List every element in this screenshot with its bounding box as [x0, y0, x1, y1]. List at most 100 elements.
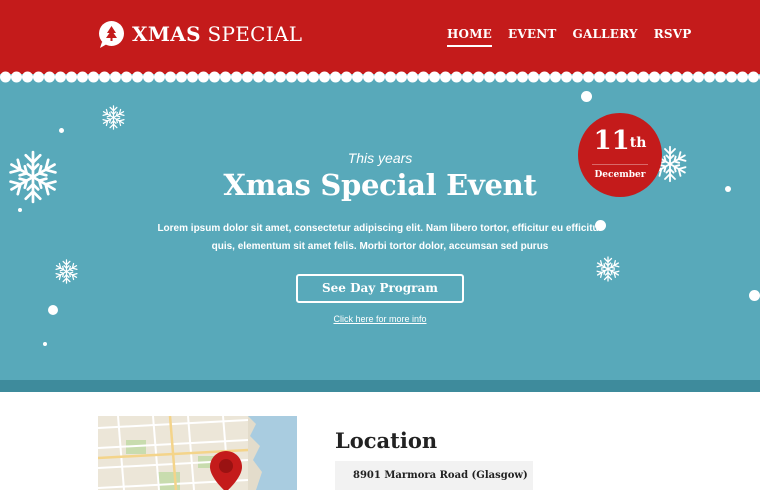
scallop-bump	[715, 71, 726, 83]
nav-event[interactable]: EVENT	[508, 27, 557, 47]
snowflake-icon	[53, 258, 80, 285]
scallop-bump	[583, 71, 594, 83]
scallop-bump	[572, 71, 583, 83]
scallop-bump	[242, 71, 253, 83]
scallop-bump	[550, 71, 561, 83]
nav-gallery[interactable]: GALLERY	[573, 27, 638, 47]
scallop-bump	[220, 71, 231, 83]
scallop-bump	[407, 71, 418, 83]
scallop-border	[0, 70, 760, 83]
scallop-bump	[363, 71, 374, 83]
scallop-bump	[418, 71, 429, 83]
see-day-program-button[interactable]: See Day Program	[296, 274, 464, 303]
date-day-suffix: th	[629, 135, 647, 151]
scallop-bump	[495, 71, 506, 83]
date-month: December	[594, 170, 646, 180]
scallop-bump	[55, 71, 66, 83]
scallop-bump	[638, 71, 649, 83]
site-header: XMAS SPECIAL HOME EVENT GALLERY RSVP	[0, 0, 760, 74]
scallop-bump	[374, 71, 385, 83]
scallop-bump	[748, 71, 759, 83]
tree-bubble-icon	[97, 20, 126, 49]
scallop-bump	[737, 71, 748, 83]
logo-light: SPECIAL	[207, 22, 303, 46]
scallop-bump	[132, 71, 143, 83]
scallop-bump	[121, 71, 132, 83]
site-logo[interactable]: XMAS SPECIAL	[97, 20, 302, 49]
snow-dot	[59, 128, 64, 133]
main-nav: HOME EVENT GALLERY RSVP	[447, 27, 707, 47]
scallop-bump	[561, 71, 572, 83]
scallop-bump	[319, 71, 330, 83]
scallop-bump	[451, 71, 462, 83]
map-pin-icon	[210, 451, 242, 490]
scallop-bump	[473, 71, 484, 83]
more-info-link[interactable]: Click here for more info	[0, 314, 760, 324]
location-map[interactable]	[98, 416, 297, 490]
scallop-bump	[649, 71, 660, 83]
scallop-bump	[627, 71, 638, 83]
logo-bold: XMAS	[132, 22, 201, 46]
scallop-bump	[682, 71, 693, 83]
hero-bottom-band	[0, 380, 760, 392]
snowflake-icon	[100, 104, 127, 131]
scallop-bump	[484, 71, 495, 83]
scallop-bump	[77, 71, 88, 83]
logo-text: XMAS SPECIAL	[132, 20, 302, 49]
nav-home[interactable]: HOME	[447, 27, 493, 47]
location-title: Location	[335, 428, 438, 453]
scallop-bump	[396, 71, 407, 83]
scallop-bump	[88, 71, 99, 83]
scallop-bump	[66, 71, 77, 83]
scallop-bump	[440, 71, 451, 83]
scallop-bump	[539, 71, 550, 83]
scallop-bump	[616, 71, 627, 83]
scallop-bump	[462, 71, 473, 83]
scallop-bump	[704, 71, 715, 83]
scallop-bump	[385, 71, 396, 83]
scallop-bump	[143, 71, 154, 83]
scallop-bump	[693, 71, 704, 83]
snow-dot	[18, 208, 22, 212]
scallop-bump	[726, 71, 737, 83]
snow-dot	[581, 91, 592, 102]
snow-dot	[43, 342, 47, 346]
scallop-bump	[264, 71, 275, 83]
date-divider	[592, 164, 648, 165]
scallop-bump	[275, 71, 286, 83]
scallop-bump	[198, 71, 209, 83]
scallop-bump	[110, 71, 121, 83]
scallop-bump	[165, 71, 176, 83]
scallop-bump	[660, 71, 671, 83]
scallop-bump	[176, 71, 187, 83]
scallop-bump	[11, 71, 22, 83]
snowflake-icon	[594, 255, 622, 283]
scallop-bump	[253, 71, 264, 83]
scallop-bump	[22, 71, 33, 83]
scallop-bump	[352, 71, 363, 83]
scallop-bump	[33, 71, 44, 83]
nav-rsvp[interactable]: RSVP	[654, 27, 692, 47]
scallop-bump	[187, 71, 198, 83]
scallop-bump	[341, 71, 352, 83]
hero-description: Lorem ipsum dolor sit amet, consectetur …	[157, 223, 603, 252]
scallop-bump	[209, 71, 220, 83]
scallop-bump	[308, 71, 319, 83]
scallop-bump	[154, 71, 165, 83]
scallop-bump	[286, 71, 297, 83]
date-badge: 11th December	[578, 113, 662, 197]
snow-dot	[749, 290, 760, 301]
scallop-bump	[517, 71, 528, 83]
scallop-bump	[297, 71, 308, 83]
scallop-bump	[330, 71, 341, 83]
date-day-number: 11	[593, 126, 630, 156]
date-day: 11th	[578, 127, 662, 155]
scallop-bump	[99, 71, 110, 83]
scallop-bump	[0, 71, 11, 83]
scallop-bump	[671, 71, 682, 83]
scallop-bump	[44, 71, 55, 83]
scallop-bump	[231, 71, 242, 83]
scallop-bump	[528, 71, 539, 83]
location-address: 8901 Marmora Road (Glasgow)	[335, 461, 533, 490]
scallop-bump	[594, 71, 605, 83]
